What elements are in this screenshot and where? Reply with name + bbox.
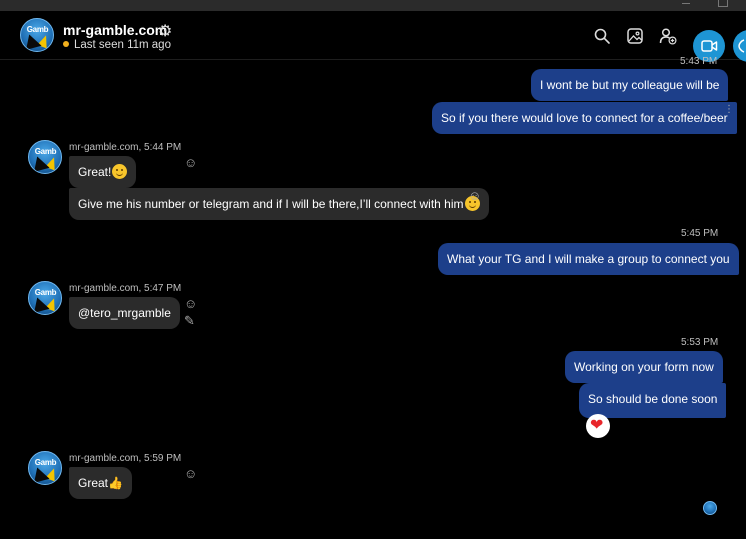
- add-reaction-icon[interactable]: ☺: [184, 155, 197, 170]
- message-bubble[interactable]: Working on your form now: [565, 351, 723, 383]
- read-receipt-avatar: [703, 501, 717, 515]
- message-bubble[interactable]: I wont be but my colleague will be: [531, 69, 729, 101]
- sender-meta: mr-gamble.com, 5:47 PM: [69, 283, 182, 294]
- status-dot: [63, 40, 69, 47]
- message-bubble[interactable]: So if you there would love to connect fo…: [432, 102, 737, 134]
- message-text: Great!: [78, 165, 112, 179]
- sender-avatar[interactable]: Gamb: [28, 281, 62, 315]
- contact-avatar[interactable]: Gamb: [20, 18, 54, 52]
- sender-avatar[interactable]: Gamb: [28, 140, 62, 174]
- timestamp: 5:53 PM: [681, 337, 719, 348]
- add-reaction-icon[interactable]: ☺: [184, 466, 197, 481]
- add-reaction-icon[interactable]: ☺: [468, 188, 481, 203]
- restore-icon[interactable]: [718, 0, 728, 7]
- message-bubble[interactable]: Give me his number or telegram and if I …: [69, 188, 489, 221]
- search-icon[interactable]: [593, 27, 611, 45]
- status-text: Last seen 11m ago: [74, 39, 171, 51]
- edit-pencil-icon[interactable]: ✎: [184, 313, 195, 329]
- smiling-face-emoji: [112, 164, 128, 180]
- chat-header: Gamb mr-gamble.com ⚙ Last seen 11m ago: [0, 11, 746, 62]
- gallery-icon[interactable]: [626, 27, 644, 45]
- thumbs-up-emoji: 👍: [108, 476, 123, 490]
- sender-meta: mr-gamble.com, 5:44 PM: [69, 142, 182, 153]
- chat-area[interactable]: 5:43 PM I wont be but my colleague will …: [0, 56, 746, 539]
- phone-icon: [738, 39, 745, 53]
- more-options-icon[interactable]: ⋮: [724, 104, 734, 115]
- sender-avatar[interactable]: Gamb: [28, 451, 62, 485]
- heart-reaction-badge[interactable]: ❤: [586, 414, 610, 438]
- message-bubble[interactable]: What your TG and I will make a group to …: [438, 243, 739, 275]
- minimize-icon[interactable]: [682, 0, 690, 4]
- contact-name[interactable]: mr-gamble.com: [63, 22, 167, 38]
- add-reaction-icon[interactable]: ☺: [184, 296, 197, 311]
- message-bubble[interactable]: Great!: [69, 156, 137, 189]
- settings-icon[interactable]: ⚙: [158, 21, 172, 41]
- message-text: Give me his number or telegram and if I …: [78, 197, 464, 211]
- timestamp: 5:43 PM: [680, 56, 718, 67]
- heart-icon: ❤: [590, 417, 604, 434]
- message-bubble[interactable]: Great👍: [69, 467, 132, 499]
- call-button[interactable]: [733, 30, 746, 62]
- window-title-strip: [0, 0, 746, 11]
- message-bubble[interactable]: @tero_mrgamble: [69, 297, 180, 329]
- message-text: Great: [78, 476, 109, 490]
- message-bubble[interactable]: So should be done soon: [579, 383, 727, 418]
- timestamp: 5:45 PM: [681, 228, 719, 239]
- contact-status: Last seen 11m ago: [63, 39, 171, 51]
- video-camera-icon: [701, 40, 718, 52]
- add-person-icon[interactable]: [659, 27, 677, 45]
- sender-meta: mr-gamble.com, 5:59 PM: [69, 453, 182, 464]
